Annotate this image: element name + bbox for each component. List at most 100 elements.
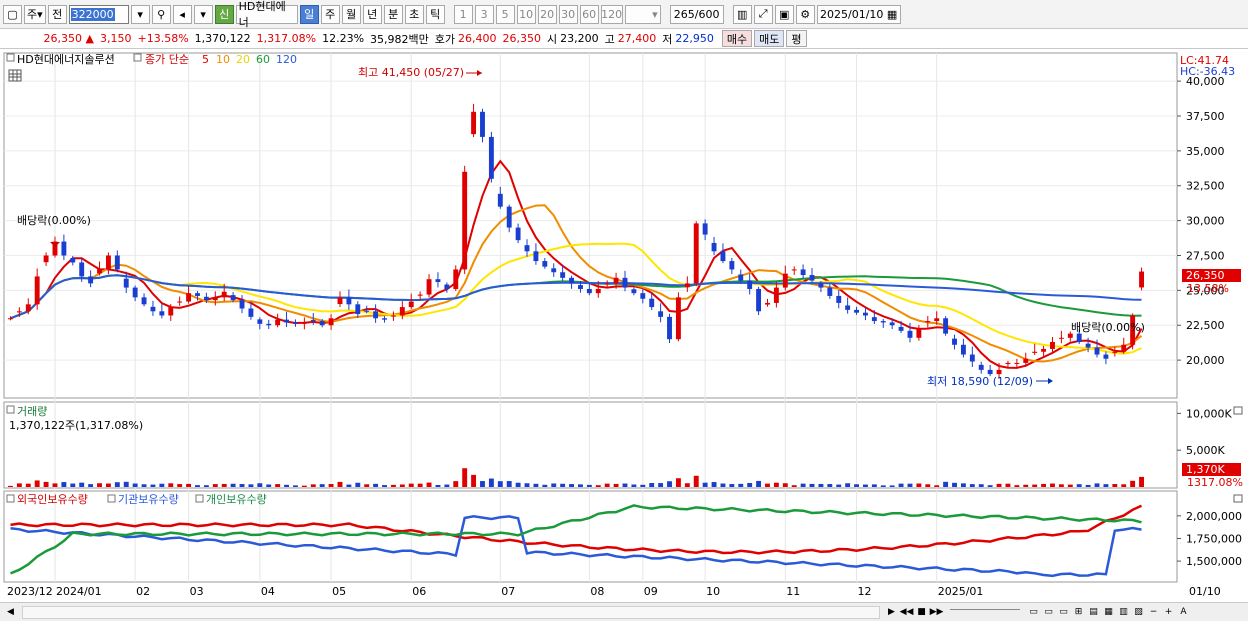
- volume-bar: [1094, 483, 1100, 487]
- candle-body: [916, 328, 922, 338]
- zoom-in-button[interactable]: +: [1161, 605, 1176, 620]
- prev-button[interactable]: 전: [47, 4, 67, 24]
- interval-20[interactable]: 20: [537, 4, 557, 24]
- eval-button[interactable]: 평: [786, 30, 807, 47]
- custom-interval-select[interactable]: ▾: [624, 4, 661, 24]
- interval-1[interactable]: 1: [453, 4, 473, 24]
- scroll-left-icon[interactable]: ◀: [3, 605, 18, 620]
- volume-bar: [871, 484, 877, 487]
- volume-bar: [747, 483, 753, 487]
- period-select[interactable]: 주 ▾: [24, 4, 46, 24]
- volume-value: 1,370,122: [194, 32, 251, 45]
- holdings-close-icon[interactable]: [1233, 494, 1243, 503]
- more-icon[interactable]: ▾: [193, 4, 213, 24]
- scroll-track[interactable]: [22, 605, 880, 619]
- dropdown-arrow-icon[interactable]: ▾: [130, 4, 150, 24]
- chart-svg[interactable]: 40,00037,50035,00032,50030,00027,50025,0…: [0, 50, 1248, 603]
- layout-icon-4[interactable]: ⊞: [1071, 605, 1086, 620]
- candle-settings-icon[interactable]: ▥: [732, 4, 752, 24]
- layout-icon-2[interactable]: ▭: [1041, 605, 1056, 620]
- candle-body: [132, 287, 138, 298]
- candle-body: [150, 306, 156, 312]
- volume-bar: [1103, 484, 1109, 487]
- nav-forward[interactable]: ▶▶: [929, 605, 944, 620]
- open-price: 23,200: [560, 32, 599, 45]
- nav-rewind[interactable]: ◀◀: [899, 605, 914, 620]
- period-month[interactable]: 월: [341, 4, 361, 24]
- volume-bar: [141, 484, 147, 487]
- data-count-field[interactable]: 265/600: [669, 4, 724, 24]
- candle-body: [399, 307, 405, 316]
- stock-code-input[interactable]: 322000: [68, 4, 129, 24]
- interval-60[interactable]: 60: [579, 4, 599, 24]
- x-tick-label: 2023/12: [7, 585, 53, 598]
- period-year[interactable]: 년: [362, 4, 382, 24]
- volume-close-icon[interactable]: [1233, 406, 1243, 415]
- candle-body: [640, 293, 646, 299]
- layout-icon-1[interactable]: ▭: [1026, 605, 1041, 620]
- volume-bar: [845, 483, 851, 487]
- layout-icon-8[interactable]: ▧: [1131, 605, 1146, 620]
- nav-stop[interactable]: ■: [914, 605, 929, 620]
- candle-body: [141, 297, 147, 305]
- auto-scale-button[interactable]: A: [1176, 605, 1191, 620]
- volume-bar: [453, 481, 459, 487]
- period-week[interactable]: 주: [320, 4, 340, 24]
- period-tick[interactable]: 틱: [425, 4, 445, 24]
- volume-tag-text: 1,370K: [1186, 463, 1225, 476]
- candle-body: [488, 136, 494, 179]
- interval-3[interactable]: 3: [474, 4, 494, 24]
- high-price: 27,400: [617, 32, 657, 45]
- period-day[interactable]: 일: [299, 4, 319, 24]
- volume-bar: [8, 485, 13, 487]
- gear-icon[interactable]: ⚙: [795, 4, 815, 24]
- price-panel-title: HD현대에너지솔루션: [17, 53, 115, 66]
- stock-name-field[interactable]: HD현대에너: [235, 0, 298, 29]
- layout-icon-5[interactable]: ▤: [1086, 605, 1101, 620]
- x-tick-label: 11: [786, 585, 800, 598]
- interval-30[interactable]: 30: [558, 4, 578, 24]
- interval-120[interactable]: 120: [600, 4, 623, 24]
- candle-body: [542, 261, 548, 267]
- layout-icon-7[interactable]: ▥: [1116, 605, 1131, 620]
- volume-bar: [355, 482, 361, 487]
- candle-body: [8, 318, 13, 320]
- speaker-icon[interactable]: ◂: [172, 4, 192, 24]
- candle-body: [1005, 362, 1011, 365]
- candle-body: [195, 293, 200, 296]
- x-tick-label: 07: [501, 585, 515, 598]
- table-view-icon[interactable]: [8, 69, 22, 82]
- y-tick-label: 32,500: [1186, 180, 1225, 193]
- volume-bar: [925, 484, 931, 487]
- volume-bar: [969, 484, 975, 487]
- x-tick-label: 01/10: [1189, 585, 1221, 598]
- search-icon[interactable]: ⚲: [151, 4, 171, 24]
- nav-play[interactable]: ▶: [884, 605, 899, 620]
- volume-bar: [1130, 480, 1136, 487]
- layout-icon-3[interactable]: ▭: [1056, 605, 1071, 620]
- period-second[interactable]: 초: [404, 4, 424, 24]
- draw-tool-icon[interactable]: ⤢: [753, 4, 773, 24]
- buy-button[interactable]: 매수: [721, 30, 753, 47]
- calendar-icon[interactable]: ▦: [887, 8, 897, 21]
- zoom-out-button[interactable]: −: [1146, 605, 1161, 620]
- chart-area[interactable]: 40,000 37,500 35,000 32,500 30,000 27,500 25,0…: [0, 50, 1248, 603]
- date-input[interactable]: 2025/01/10 ▦: [816, 4, 901, 24]
- window-icon[interactable]: ▢: [3, 4, 22, 24]
- save-icon[interactable]: ▣: [774, 4, 794, 24]
- layout-icon-6[interactable]: ▦: [1101, 605, 1116, 620]
- interval-10[interactable]: 10: [516, 4, 536, 24]
- interval-5[interactable]: 5: [495, 4, 515, 24]
- volume-bar: [43, 481, 49, 487]
- candle-body: [1067, 333, 1073, 338]
- candle-body: [907, 330, 913, 338]
- volume-bar: [1032, 484, 1038, 487]
- volume-bar: [310, 484, 316, 487]
- sell-button[interactable]: 매도: [754, 30, 785, 47]
- volume-bar: [960, 483, 966, 487]
- candle-body: [729, 261, 735, 270]
- volume-bar: [186, 483, 192, 487]
- bottom-scrollbar[interactable]: ◀ ▶ ◀◀ ■ ▶▶ ▭ ▭ ▭ ⊞ ▤ ▦ ▥ ▧ − + A: [0, 602, 1248, 621]
- zoom-slider[interactable]: [950, 609, 1020, 615]
- period-minute[interactable]: 분: [383, 4, 403, 24]
